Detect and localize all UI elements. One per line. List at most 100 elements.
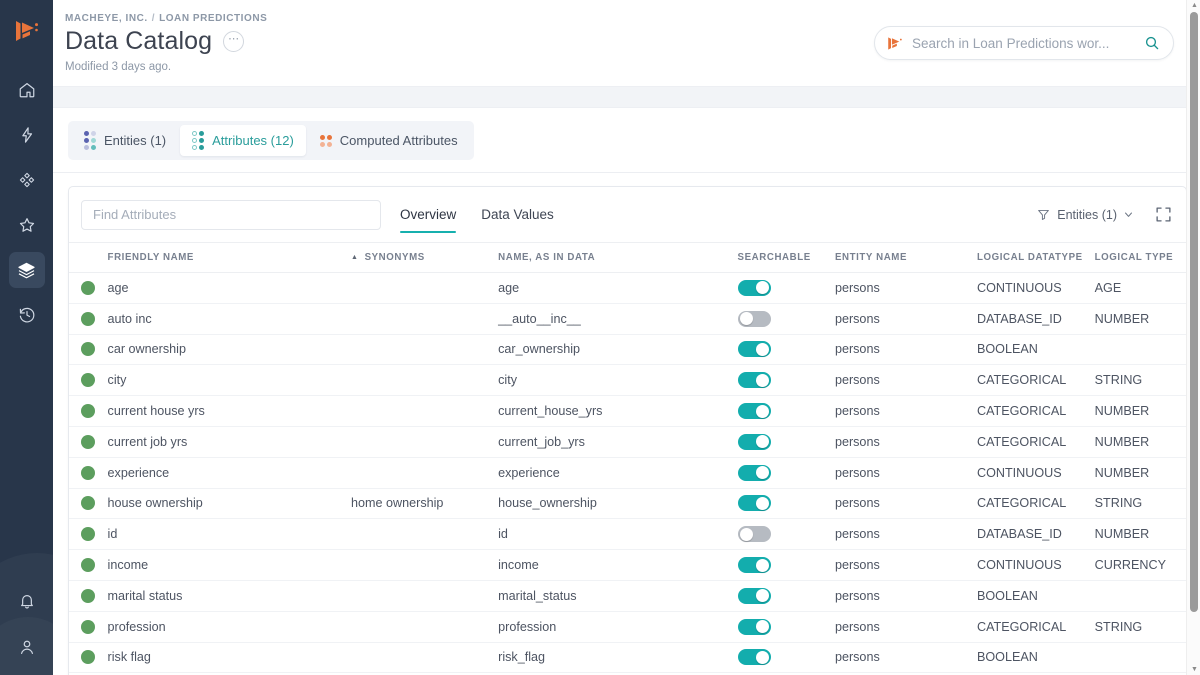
cell-friendly-name[interactable]: current house yrs	[107, 395, 352, 427]
cell-friendly-name[interactable]: experience	[107, 457, 352, 489]
table-row[interactable]: car ownership car_ownership persons BOOLEAN	[69, 334, 1186, 366]
col-logical-datatype[interactable]: LOGICAL DATATYPE	[976, 242, 1095, 273]
searchable-toggle[interactable]	[737, 279, 771, 296]
searchable-toggle[interactable]	[737, 618, 771, 635]
rail-nav-list	[8, 72, 45, 333]
tab-entities[interactable]: Entities (1)	[72, 125, 178, 156]
sidebar-item-home[interactable]	[9, 72, 45, 108]
col-synonyms[interactable]: ▲ SYNONYMS	[351, 242, 499, 273]
breadcrumb-org[interactable]: MACHEYE, INC.	[65, 13, 148, 24]
table-row[interactable]: marital status marital_status persons BOOLE…	[69, 580, 1186, 612]
searchable-toggle[interactable]	[737, 310, 771, 327]
cell-synonyms[interactable]	[351, 518, 499, 551]
page-scrollbar[interactable]: ▲ ▼	[1186, 0, 1200, 675]
tab-attributes[interactable]: Attributes (12)	[180, 125, 306, 156]
searchable-toggle[interactable]	[737, 495, 771, 512]
cell-friendly-name[interactable]: income	[107, 549, 352, 581]
cell-friendly-name[interactable]: current job yrs	[107, 426, 352, 458]
notifications-button[interactable]	[9, 587, 45, 615]
scroll-up-icon[interactable]: ▲	[1191, 2, 1198, 9]
col-searchable[interactable]: SEARCHABLE	[737, 242, 835, 273]
entity-filter-dropdown[interactable]: Entities (1)	[1037, 208, 1133, 222]
cell-friendly-name[interactable]: marital status	[107, 580, 352, 612]
table-row[interactable]: risk flag risk_flag persons BOOLEAN	[69, 642, 1186, 674]
cell-name-as-in-data: income	[498, 549, 738, 581]
breadcrumb-workspace[interactable]: LOAN PREDICTIONS	[159, 13, 267, 24]
sidebar-item-favorites[interactable]	[9, 207, 45, 243]
col-name-as-in-data[interactable]: NAME, AS IN DATA	[498, 242, 738, 273]
tab-overview[interactable]: Overview	[400, 187, 457, 242]
scroll-down-icon[interactable]: ▼	[1191, 666, 1198, 673]
page-more-options-button[interactable]: ⋯	[223, 31, 245, 52]
col-logical-type[interactable]: LOGICAL TYPE	[1094, 242, 1186, 273]
cell-friendly-name[interactable]: risk flag	[107, 642, 352, 674]
table-row[interactable]: house ownership home ownership house_owner…	[69, 488, 1186, 520]
app-root: MACHEYE, INC. / LOAN PREDICTIONS Data Ca…	[0, 0, 1200, 675]
tab-data-values[interactable]: Data Values	[481, 187, 554, 242]
cell-friendly-name[interactable]: city	[107, 364, 352, 397]
breadcrumb[interactable]: MACHEYE, INC. / LOAN PREDICTIONS	[65, 13, 267, 24]
tab-computed-attributes[interactable]: Computed Attributes	[308, 125, 470, 156]
col-friendly-name[interactable]: FRIENDLY NAME	[107, 242, 352, 273]
search-input[interactable]: Search in Loan Predictions wor...	[912, 36, 1135, 51]
cell-synonyms[interactable]	[351, 272, 499, 304]
status-dot-icon	[81, 434, 95, 449]
sidebar-item-history[interactable]	[9, 297, 45, 333]
table-row[interactable]: current house yrs current_house_yrs person…	[69, 395, 1186, 427]
search-icon[interactable]	[1144, 35, 1160, 51]
tab-entities-label: Entities (1)	[104, 133, 167, 148]
table-row[interactable]: profession profession persons CATEGORICAL ST…	[69, 611, 1186, 643]
sidebar-item-insights[interactable]	[9, 117, 45, 153]
cell-logical-datatype: DATABASE_ID	[976, 303, 1095, 335]
scrollbar-thumb[interactable]	[1190, 12, 1198, 612]
cell-searchable	[737, 272, 835, 304]
cell-synonyms[interactable]	[351, 334, 499, 366]
expand-fullscreen-button[interactable]	[1155, 206, 1172, 223]
cell-synonyms[interactable]	[351, 549, 499, 581]
cell-synonyms[interactable]	[351, 642, 499, 674]
global-search[interactable]: Search in Loan Predictions wor...	[874, 26, 1174, 60]
col-entity-name[interactable]: ENTITY NAME	[834, 242, 977, 273]
cell-entity-name: persons	[834, 334, 977, 366]
cell-synonyms[interactable]	[351, 580, 499, 612]
table-row[interactable]: current job yrs current_job_yrs persons CAT…	[69, 426, 1186, 458]
searchable-toggle[interactable]	[737, 649, 771, 666]
table-row[interactable]: auto inc __auto__inc__ persons DATABASE_ID N…	[69, 303, 1186, 335]
cell-synonyms[interactable]: home ownership	[351, 488, 499, 520]
table-row[interactable]: city city persons CATEGORICAL STRING	[69, 364, 1186, 397]
cell-friendly-name[interactable]: age	[107, 272, 352, 304]
find-attributes-input[interactable]: Find Attributes	[81, 199, 381, 230]
table-row[interactable]: income income persons CONTINUOUS CURRENCY	[69, 549, 1186, 581]
table-row[interactable]: age age persons CONTINUOUS AGE	[69, 272, 1186, 304]
cell-synonyms[interactable]	[351, 364, 499, 397]
cell-friendly-name[interactable]: profession	[107, 611, 352, 643]
searchable-toggle[interactable]	[737, 403, 771, 420]
row-status-cell	[69, 642, 108, 674]
cell-synonyms[interactable]	[351, 303, 499, 335]
cell-synonyms[interactable]	[351, 457, 499, 489]
status-dot-icon	[81, 465, 95, 480]
table-row[interactable]: id id persons DATABASE_ID NUMBER	[69, 518, 1186, 551]
searchable-toggle[interactable]	[737, 372, 771, 389]
searchable-toggle[interactable]	[737, 526, 771, 543]
searchable-toggle[interactable]	[737, 557, 771, 574]
searchable-toggle[interactable]	[737, 464, 771, 481]
searchable-toggle[interactable]	[737, 433, 771, 450]
cell-logical-datatype: CATEGORICAL	[976, 364, 1095, 397]
cell-friendly-name[interactable]: car ownership	[107, 334, 352, 366]
searchable-toggle[interactable]	[737, 341, 771, 358]
table-row[interactable]: experience experience persons CONTINUOUS NUM…	[69, 457, 1186, 489]
cell-friendly-name[interactable]: auto inc	[107, 303, 352, 335]
cell-synonyms[interactable]	[351, 426, 499, 458]
cell-synonyms[interactable]	[351, 395, 499, 427]
toggle-knob	[755, 373, 769, 387]
sidebar-item-data-catalog[interactable]	[8, 252, 45, 288]
macheye-logo[interactable]	[12, 16, 42, 46]
cell-friendly-name[interactable]: house ownership	[107, 488, 352, 520]
sidebar-item-explore[interactable]	[9, 162, 45, 198]
searchable-toggle[interactable]	[737, 587, 771, 604]
cell-logical-type: AGE	[1094, 272, 1186, 304]
cell-friendly-name[interactable]: id	[107, 518, 352, 551]
cell-synonyms[interactable]	[351, 611, 499, 643]
account-button[interactable]	[9, 633, 45, 661]
